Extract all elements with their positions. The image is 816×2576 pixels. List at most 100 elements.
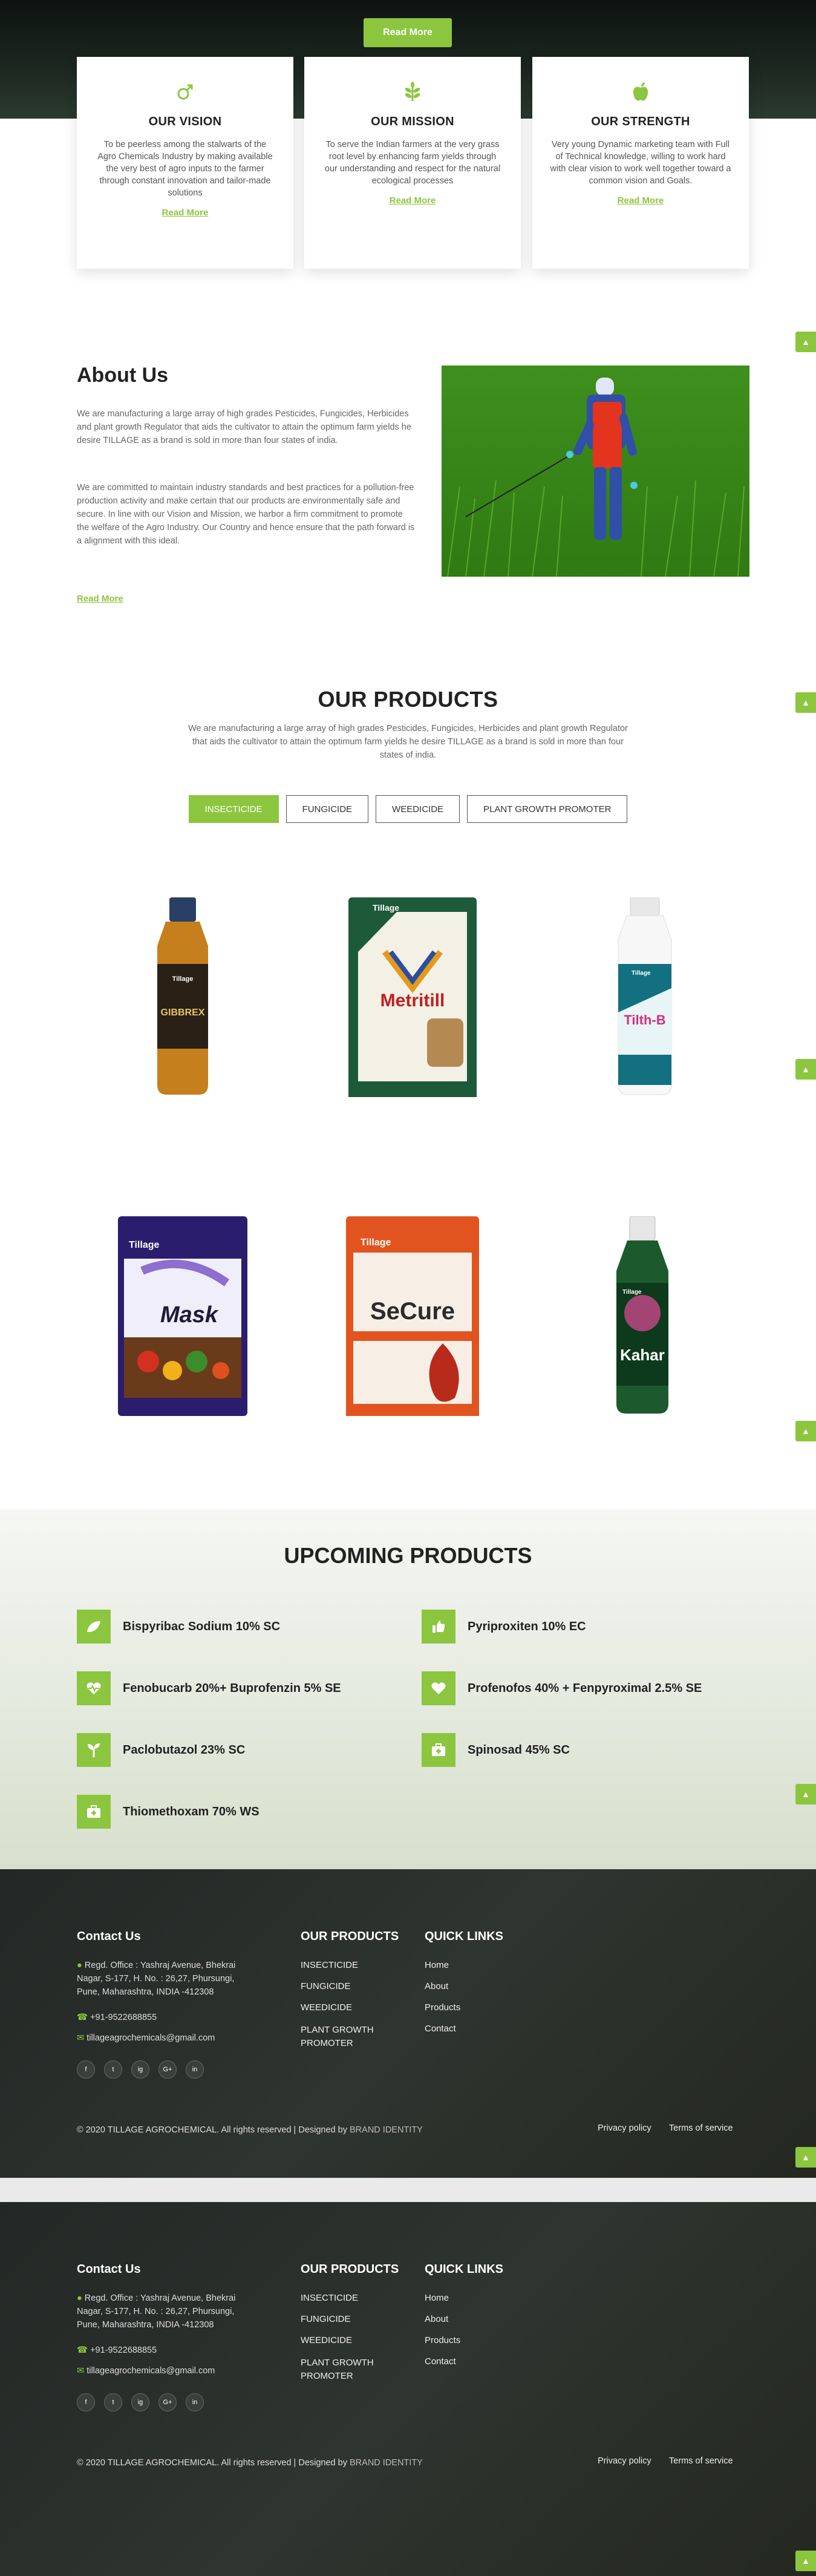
scroll-up-icon[interactable]: ▲ [795, 1784, 816, 1804]
footer-phone[interactable]: ☎ +91-9522688855 [77, 2344, 157, 2357]
footer-product-link[interactable]: INSECTICIDE [301, 1960, 358, 1970]
product-name: Kahar [620, 1346, 665, 1364]
gender-leaf-icon [173, 80, 197, 104]
instagram-icon[interactable]: ig [131, 2393, 149, 2411]
footer-link-about[interactable]: About [425, 2314, 448, 2324]
footer-product-link[interactable]: FUNGICIDE [301, 2314, 351, 2324]
card-title: OUR MISSION [371, 115, 454, 128]
about-read-more-link[interactable]: Read More [77, 594, 123, 604]
product-name: Metritill [380, 991, 445, 1011]
product-brand: Tillage [632, 970, 651, 977]
upcoming-title: UPCOMING PRODUCTS [284, 1543, 532, 1568]
upcoming-item: Paclobutazol 23% SC [77, 1733, 245, 1767]
product-brand: Tillage [622, 1289, 642, 1296]
divider [0, 2178, 816, 2202]
product-brand: Tillage [361, 1237, 391, 1248]
twitter-icon[interactable]: t [104, 2060, 122, 2079]
seedling-icon [77, 1733, 111, 1767]
upcoming-item: Pyriproxiten 10% EC [422, 1610, 586, 1644]
footer-email[interactable]: ✉ tillageagrochemicals@gmail.com [77, 2031, 215, 2045]
products-title: OUR PRODUCTS [318, 687, 498, 712]
footer-product-link[interactable]: INSECTICIDE [301, 2293, 358, 2303]
footer-copyright: © 2020 TILLAGE AGROCHEMICAL. All rights … [77, 2125, 423, 2135]
footer-product-link[interactable]: WEEDICIDE [301, 2335, 352, 2345]
google-plus-icon[interactable]: G+ [158, 2393, 177, 2411]
linkedin-icon[interactable]: in [186, 2393, 204, 2411]
footer-link-about[interactable]: About [425, 1981, 448, 1991]
footer-link-home[interactable]: Home [425, 2293, 449, 2303]
footer-product-link[interactable]: PLANT GROWTH PROMOTER [301, 2356, 397, 2383]
card-read-more-link[interactable]: Read More [532, 195, 749, 206]
upcoming-item: Thiomethoxam 70% WS [77, 1795, 259, 1829]
product-metritill[interactable]: Tillage Metritill [348, 897, 477, 1100]
scroll-up-icon[interactable]: ▲ [795, 332, 816, 352]
footer-product-link[interactable]: PLANT GROWTH PROMOTER [301, 2024, 397, 2050]
footer-links-title: QUICK LINKS [425, 1930, 503, 1943]
leaf-icon [400, 80, 425, 104]
footer-links-title: QUICK LINKS [425, 2263, 503, 2276]
scroll-up-icon[interactable]: ▲ [795, 2551, 816, 2571]
scroll-up-icon[interactable]: ▲ [795, 1059, 816, 1080]
product-tilth-b[interactable]: Tilth-B Tillage [607, 897, 682, 1100]
privacy-policy-link[interactable]: Privacy policy [598, 2456, 651, 2466]
footer-link-products[interactable]: Products [425, 2002, 460, 2013]
leaf-icon [77, 1610, 111, 1644]
footer-link-contact[interactable]: Contact [425, 2024, 456, 2034]
thumbs-up-icon [422, 1610, 455, 1644]
product-brand: Tillage [129, 1240, 159, 1250]
facebook-icon[interactable]: f [77, 2060, 95, 2079]
footer-email[interactable]: ✉ tillageagrochemicals@gmail.com [77, 2364, 215, 2378]
terms-of-service-link[interactable]: Terms of service [669, 2123, 733, 2133]
vision-card: OUR VISION To be peerless among the stal… [77, 57, 293, 269]
medkit-icon [422, 1733, 455, 1767]
farmer-spraying-image [442, 365, 749, 577]
medkit-icon [77, 1795, 111, 1829]
scroll-up-icon[interactable]: ▲ [795, 1421, 816, 1441]
heartbeat-icon [77, 1671, 111, 1705]
tab-fungicide[interactable]: FUNGICIDE [286, 795, 369, 823]
about-paragraph-2: We are committed to maintain industry st… [77, 483, 415, 546]
linkedin-icon[interactable]: in [186, 2060, 204, 2079]
card-text: To serve the Indian farmers at the very … [324, 140, 501, 186]
tab-insecticide[interactable]: INSECTICIDE [188, 795, 279, 823]
footer-duplicate: Contact Us ● Regd. Office : Yashraj Aven… [0, 2202, 816, 2576]
footer-product-link[interactable]: WEEDICIDE [301, 2002, 352, 2013]
product-name: GIBBREX [161, 1008, 205, 1018]
hero-read-more-button[interactable]: Read More [364, 18, 452, 47]
upcoming-item: Spinosad 45% SC [422, 1733, 570, 1767]
twitter-icon[interactable]: t [104, 2393, 122, 2411]
upcoming-item: Profenofos 40% + Fenpyroximal 2.5% SE [422, 1671, 702, 1705]
tab-weedicide[interactable]: WEEDICIDE [376, 795, 460, 823]
apple-icon [628, 80, 653, 104]
product-name: Mask [160, 1302, 219, 1328]
product-mask[interactable]: Tillage Mask [118, 1216, 247, 1419]
footer-products-title: OUR PRODUCTS [301, 2263, 399, 2276]
product-gibbrex[interactable]: GIBBREX Tillage [145, 897, 220, 1100]
footer-link-contact[interactable]: Contact [425, 2356, 456, 2367]
footer-address: ● Regd. Office : Yashraj Avenue, Bhekrai… [77, 1961, 236, 1997]
footer-products-title: OUR PRODUCTS [301, 1930, 399, 1943]
privacy-policy-link[interactable]: Privacy policy [598, 2123, 651, 2133]
upcoming-item: Fenobucarb 20%+ Buprofenzin 5% SE [77, 1671, 341, 1705]
footer-contact-title: Contact Us [77, 1930, 141, 1943]
terms-of-service-link[interactable]: Terms of service [669, 2456, 733, 2466]
strength-card: OUR STRENGTH Very young Dynamic marketin… [532, 57, 749, 269]
tab-plant-growth-promoter[interactable]: PLANT GROWTH PROMOTER [467, 795, 628, 823]
footer-phone[interactable]: ☎ +91-9522688855 [77, 2011, 157, 2024]
facebook-icon[interactable]: f [77, 2393, 95, 2411]
card-read-more-link[interactable]: Read More [77, 208, 293, 218]
scroll-up-icon[interactable]: ▲ [795, 2147, 816, 2168]
product-kahar[interactable]: Kahar Tillage [603, 1216, 682, 1419]
card-text: Very young Dynamic marketing team with F… [550, 140, 731, 186]
instagram-icon[interactable]: ig [131, 2060, 149, 2079]
footer-link-products[interactable]: Products [425, 2335, 460, 2345]
product-secure[interactable]: Tillage SeCure [346, 1216, 479, 1419]
card-read-more-link[interactable]: Read More [304, 195, 521, 206]
card-title: OUR VISION [148, 115, 222, 128]
footer-product-link[interactable]: FUNGICIDE [301, 1981, 351, 1991]
card-text: To be peerless among the stalwarts of th… [97, 140, 273, 198]
google-plus-icon[interactable]: G+ [158, 2060, 177, 2079]
about-title: About Us [77, 364, 169, 387]
footer-link-home[interactable]: Home [425, 1960, 449, 1970]
product-name: SeCure [370, 1298, 455, 1325]
